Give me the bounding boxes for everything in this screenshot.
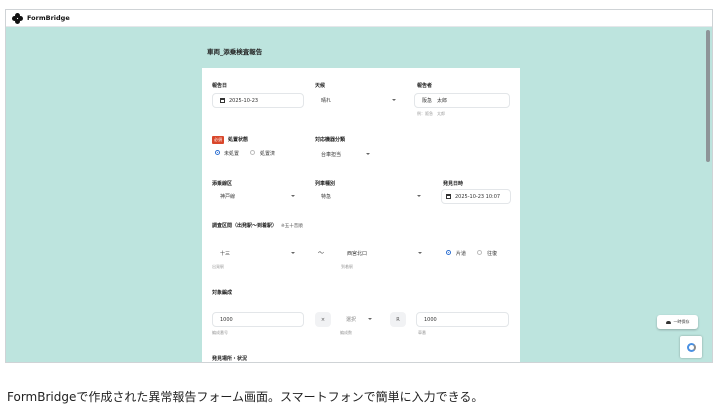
chevron-down-icon xyxy=(417,195,421,197)
radio-one-way[interactable] xyxy=(446,250,451,255)
r-symbol: R xyxy=(390,312,406,327)
line-select[interactable]: 神戸線 xyxy=(212,189,304,204)
chevron-down-icon xyxy=(368,318,372,320)
composition-value: 選択 xyxy=(346,317,357,323)
chevron-down-icon xyxy=(366,153,370,155)
reporter-input[interactable]: 阪急 太郎 xyxy=(414,93,510,108)
calendar-icon xyxy=(220,98,225,103)
device-category-label: 対応機器分類 xyxy=(315,137,346,143)
car-number-hint: 編成番号 xyxy=(212,330,228,335)
cloud-icon xyxy=(665,320,671,324)
app-header: FormBridge xyxy=(6,10,712,27)
found-place-label: 発見場所・状況 xyxy=(212,356,248,362)
recaptcha-badge[interactable] xyxy=(680,336,702,358)
report-date-field[interactable]: 2025-10-23 xyxy=(212,93,304,108)
composition-select[interactable]: 選択 xyxy=(338,312,381,327)
chevron-down-icon xyxy=(418,252,422,254)
report-date-value: 2025-10-23 xyxy=(229,97,259,104)
arrival-select[interactable]: 西宮北口 xyxy=(339,246,431,261)
chevron-down-icon xyxy=(392,99,396,101)
radio-treated-label: 処置済 xyxy=(260,151,276,157)
radio-round-trip[interactable] xyxy=(477,250,482,255)
times-symbol: × xyxy=(315,312,331,327)
train-type-label: 列車種別 xyxy=(315,181,336,187)
train-type-select[interactable]: 特急 xyxy=(313,189,430,204)
formation-label: 対象編成 xyxy=(212,290,233,296)
radio-untreated[interactable] xyxy=(215,150,220,155)
weather-select[interactable]: 晴れ xyxy=(313,93,405,108)
reporter-hint: 例：阪急 太郎 xyxy=(417,111,445,116)
report-date-label: 報告日 xyxy=(212,83,228,89)
app-name: FormBridge xyxy=(27,14,70,22)
radio-one-way-label: 片道 xyxy=(456,251,467,257)
weather-value: 晴れ xyxy=(321,98,332,104)
line-label: 添乗線区 xyxy=(212,181,233,187)
chevron-down-icon xyxy=(291,252,295,254)
departure-value: 十三 xyxy=(220,251,231,257)
radio-round-trip-label: 往復 xyxy=(487,251,498,257)
required-badge: 必須 xyxy=(212,136,224,144)
save-draft-button[interactable]: 一時保存 xyxy=(657,315,698,329)
car-number-input[interactable]: 1000 xyxy=(212,312,304,327)
section-note: ※五十音順 xyxy=(281,224,303,229)
train-type-value: 特急 xyxy=(321,194,332,200)
car-no-hint: 車番 xyxy=(418,330,426,335)
reporter-label: 報告者 xyxy=(417,83,433,89)
device-category-value: 台車担当 xyxy=(321,152,342,158)
image-caption: FormBridgeで作成された異常報告フォーム画面。スマートフォンで簡単に入力… xyxy=(7,390,484,404)
form-card: 報告日 2025-10-23 天候 晴れ 報告者 阪急 太郎 例：阪急 太郎 必… xyxy=(202,68,520,362)
calendar-icon xyxy=(446,194,451,199)
arrival-hint: 到着駅 xyxy=(341,264,353,269)
composition-hint: 編成数 xyxy=(340,330,352,335)
formbridge-logo-icon xyxy=(12,12,23,24)
chevron-down-icon xyxy=(291,195,295,197)
found-datetime-value: 2025-10-23 10:07 xyxy=(455,193,501,200)
recaptcha-icon xyxy=(686,342,696,352)
departure-select[interactable]: 十三 xyxy=(212,246,304,261)
found-datetime-field[interactable]: 2025-10-23 10:07 xyxy=(441,189,511,204)
car-no-input[interactable]: 1000 xyxy=(416,312,509,327)
line-value: 神戸線 xyxy=(220,194,236,200)
weather-label: 天候 xyxy=(315,83,326,89)
found-datetime-label: 発見日時 xyxy=(443,181,464,187)
reporter-value: 阪急 太郎 xyxy=(422,98,448,104)
car-number-value: 1000 xyxy=(220,316,233,323)
section-label: 調査区間（出発駅〜到着駅） xyxy=(212,223,278,229)
page-scrollbar[interactable] xyxy=(706,30,710,162)
radio-treated[interactable] xyxy=(250,150,255,155)
save-draft-label: 一時保存 xyxy=(673,319,690,324)
section-separator: 〜 xyxy=(318,250,325,257)
form-title: 車両_添乗検査報告 xyxy=(207,48,263,56)
radio-untreated-label: 未処置 xyxy=(224,151,240,157)
car-no-value: 1000 xyxy=(424,316,437,323)
arrival-value: 西宮北口 xyxy=(347,251,368,257)
browser-frame: FormBridge 車両_添乗検査報告 報告日 2025-10-23 天候 晴… xyxy=(5,9,713,363)
handling-label: 処置状態 xyxy=(228,137,249,143)
device-category-select[interactable]: 台車担当 xyxy=(313,147,379,162)
departure-hint: 出発駅 xyxy=(212,264,224,269)
